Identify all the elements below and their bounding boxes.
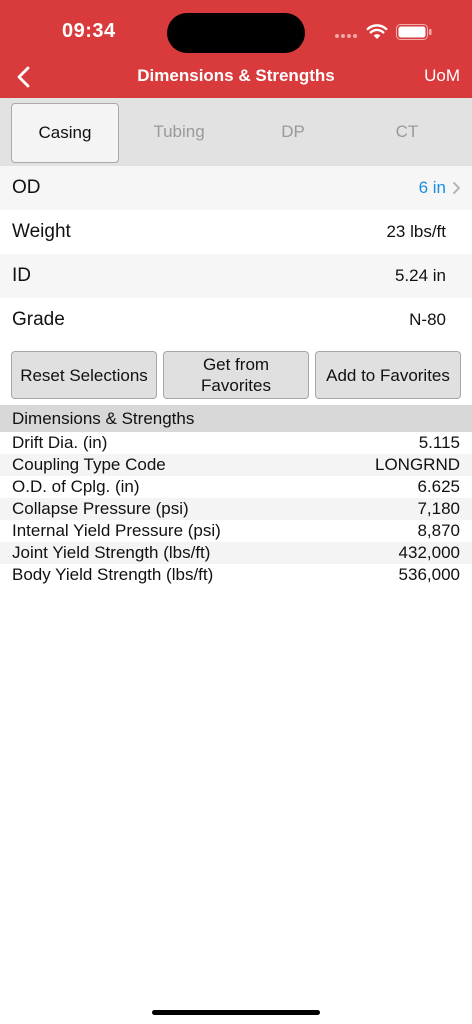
row-value: LONGRND: [374, 455, 460, 474]
tab-bar: Casing Tubing DP CT: [0, 98, 472, 166]
property-label: Grade: [12, 309, 65, 330]
nav-header: 09:34 Dimensions & Strengths UoM: [0, 0, 472, 98]
get-from-favorites-button[interactable]: Get from Favorites: [163, 351, 309, 399]
property-value: 23 lbs/ft: [386, 222, 446, 241]
button-label: Reset Selections: [20, 365, 148, 385]
property-value: 5.24 in: [394, 266, 446, 285]
table-row: Joint Yield Strength (lbs/ft) 432,000: [0, 542, 472, 564]
tab-dp[interactable]: DP: [240, 103, 346, 161]
tab-tubing[interactable]: Tubing: [126, 103, 232, 161]
tab-casing[interactable]: Casing: [11, 103, 119, 163]
property-row-weight[interactable]: Weight 23 lbs/ft: [0, 210, 472, 254]
add-to-favorites-button[interactable]: Add to Favorites: [315, 351, 461, 399]
button-label: Add to Favorites: [326, 365, 450, 385]
row-value: 7,180: [417, 499, 460, 518]
row-value: 432,000: [398, 543, 460, 562]
property-row-od[interactable]: OD 6 in: [0, 166, 472, 210]
tab-ct[interactable]: CT: [354, 103, 460, 161]
chevron-right-icon: [453, 182, 460, 194]
battery-icon: [396, 24, 432, 40]
row-label: Body Yield Strength (lbs/ft): [12, 565, 214, 584]
table-row: O.D. of Cplg. (in) 6.625: [0, 476, 472, 498]
property-label: Weight: [12, 221, 71, 242]
table-row: Drift Dia. (in) 5.115: [0, 432, 472, 454]
row-value: 6.625: [417, 477, 460, 496]
property-row-id[interactable]: ID 5.24 in: [0, 254, 472, 298]
section-title: Dimensions & Strengths: [12, 409, 195, 428]
property-label: ID: [12, 265, 31, 286]
property-row-grade[interactable]: Grade N-80: [0, 298, 472, 342]
button-label-line2: Favorites: [201, 376, 271, 395]
section-header: Dimensions & Strengths: [0, 405, 472, 432]
wifi-icon: [366, 24, 388, 39]
row-label: Internal Yield Pressure (psi): [12, 521, 221, 540]
status-time: 09:34: [62, 20, 116, 42]
row-label: Drift Dia. (in): [12, 433, 108, 452]
table-row: Internal Yield Pressure (psi) 8,870: [0, 520, 472, 542]
home-indicator[interactable]: [152, 1010, 320, 1015]
button-label-line1: Get from: [202, 355, 270, 374]
row-value: 536,000: [398, 565, 460, 584]
uom-button[interactable]: UoM: [424, 66, 460, 86]
dynamic-island: [167, 13, 305, 53]
row-label: Coupling Type Code: [12, 455, 166, 474]
table-row: Collapse Pressure (psi) 7,180: [0, 498, 472, 520]
row-value: 8,870: [417, 521, 460, 540]
table-row: Body Yield Strength (lbs/ft) 536,000: [0, 564, 472, 586]
row-label: Collapse Pressure (psi): [12, 499, 189, 518]
back-button[interactable]: [10, 62, 40, 92]
property-value: N-80: [409, 310, 446, 329]
signal-dots-icon: [335, 34, 359, 38]
property-value: 6 in: [418, 178, 446, 197]
row-value: 5.115: [418, 433, 460, 452]
property-label: OD: [12, 177, 41, 198]
row-label: O.D. of Cplg. (in): [12, 477, 140, 496]
row-label: Joint Yield Strength (lbs/ft): [12, 543, 211, 562]
page-title: Dimensions & Strengths: [137, 66, 335, 85]
reset-selections-button[interactable]: Reset Selections: [11, 351, 157, 399]
table-row: Coupling Type Code LONGRND: [0, 454, 472, 476]
